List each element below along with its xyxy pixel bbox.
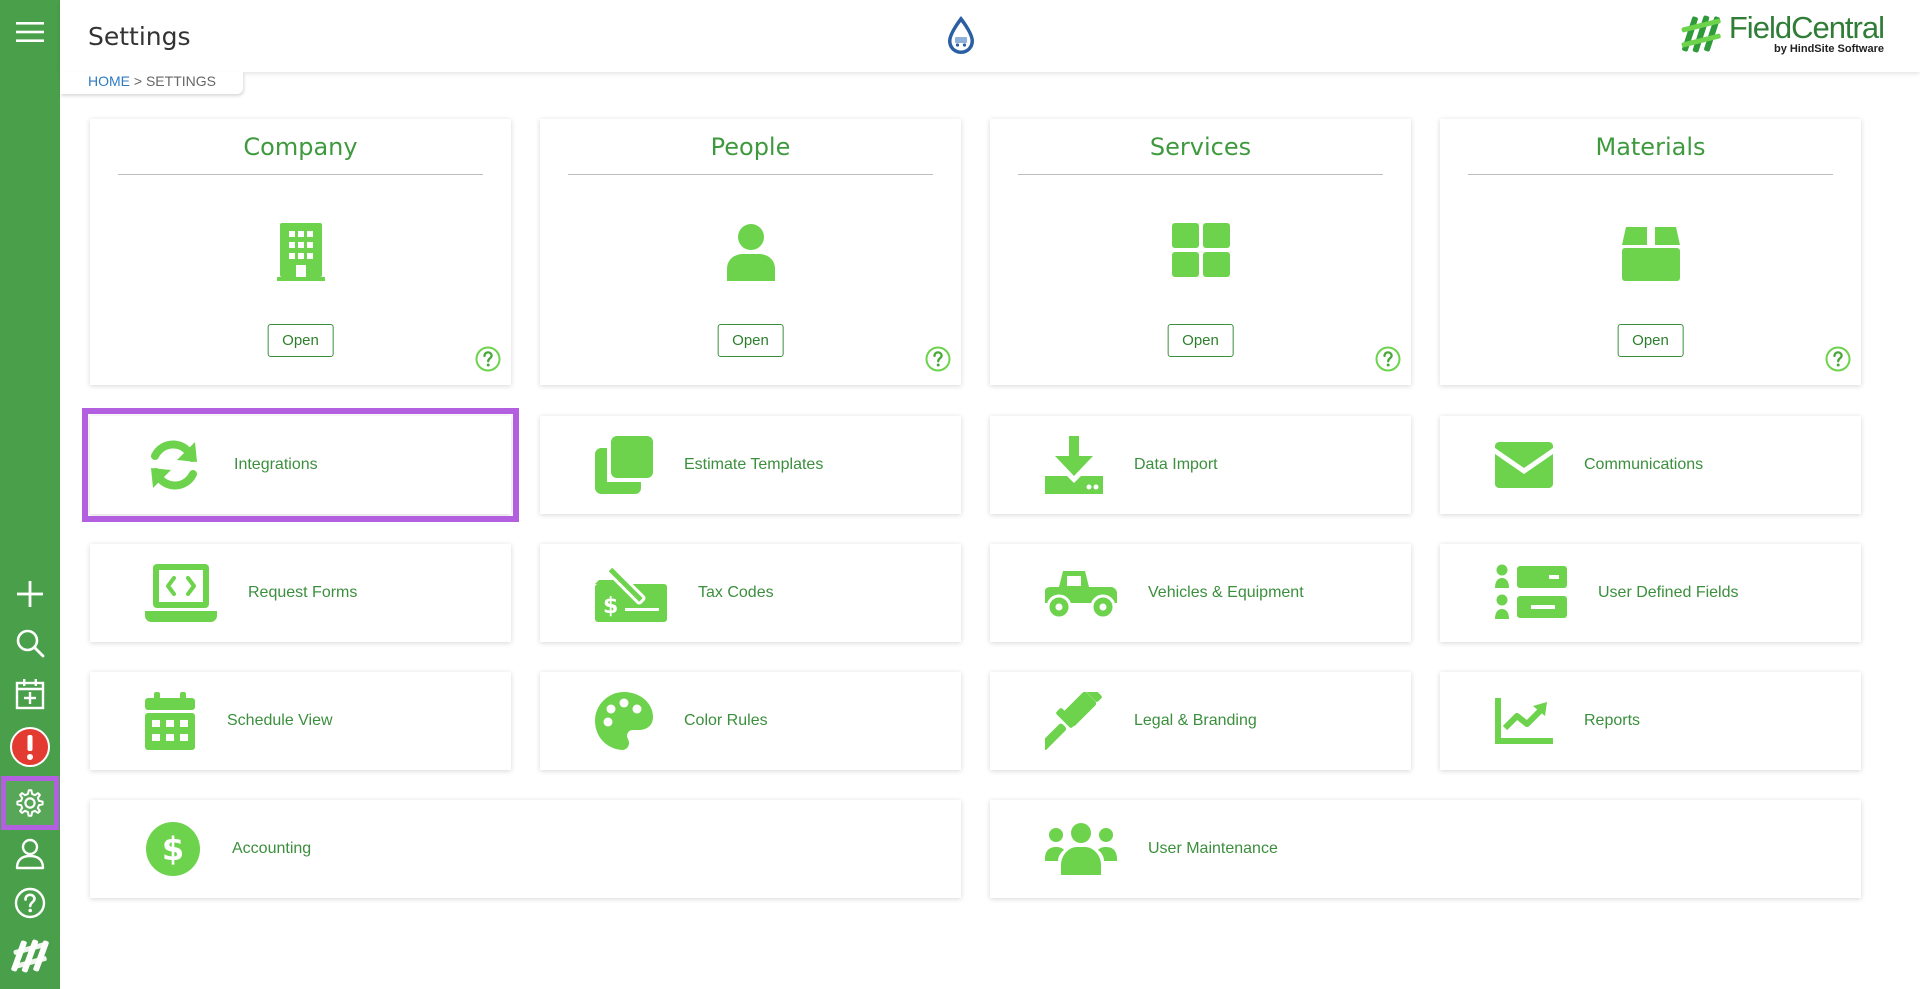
divider [1018, 174, 1383, 175]
data-import-tile[interactable]: Data Import [990, 416, 1411, 514]
tile-label: Accounting [232, 840, 312, 857]
tile-label: Vehicles & Equipment [1148, 584, 1304, 601]
download-icon [1045, 436, 1103, 494]
svg-text:$: $ [162, 830, 184, 868]
tile-label: Integrations [234, 456, 318, 473]
gear-icon[interactable] [1, 776, 59, 830]
user-defined-fields-tile[interactable]: User Defined Fields [1440, 544, 1861, 642]
fieldcentral-logo-icon[interactable] [6, 932, 54, 980]
calendar-add-icon[interactable] [6, 670, 54, 718]
tile-label: User Defined Fields [1598, 584, 1739, 601]
breadcrumb: HOME > SETTINGS [60, 72, 243, 94]
brand-logo: FieldCentral by HindSite Software [1679, 10, 1885, 55]
search-icon[interactable] [6, 619, 54, 667]
user-icon[interactable] [6, 830, 54, 878]
help-icon[interactable] [1375, 346, 1401, 376]
tile-label: Communications [1584, 456, 1704, 473]
calendar-icon [145, 692, 195, 750]
truck-icon [1045, 567, 1117, 619]
palette-icon [595, 692, 653, 750]
card-title: People [710, 133, 791, 161]
laptop-code-icon [145, 564, 217, 622]
sync-icon [145, 436, 203, 494]
schedule-view-tile[interactable]: Schedule View [90, 672, 511, 770]
materials-card: Materials Open [1440, 119, 1861, 385]
page-title: Settings [88, 22, 191, 51]
tile-label: Request Forms [248, 584, 358, 601]
request-forms-tile[interactable]: Request Forms [90, 544, 511, 642]
alert-icon[interactable] [6, 723, 54, 771]
card-title: Services [1149, 133, 1252, 161]
tile-label: Estimate Templates [684, 456, 824, 473]
user-maintenance-tile[interactable]: User Maintenance [990, 800, 1861, 898]
services-card: Services Open [990, 119, 1411, 385]
chart-line-icon [1495, 698, 1553, 744]
card-title: Materials [1595, 133, 1706, 161]
water-drop-logo-icon [945, 14, 977, 60]
help-icon[interactable] [1825, 346, 1851, 376]
breadcrumb-home-link[interactable]: HOME [88, 73, 130, 89]
grid-icon [1171, 223, 1230, 281]
plus-icon[interactable] [6, 570, 54, 618]
svg-text:$: $ [603, 594, 618, 619]
users-icon [1045, 823, 1117, 875]
copy-icon [595, 436, 653, 494]
materials-open-button[interactable]: Open [1617, 324, 1684, 357]
dollar-circle-icon: $ [145, 821, 201, 877]
accounting-tile[interactable]: $ Accounting [90, 800, 961, 898]
breadcrumb-separator: > [130, 73, 146, 89]
tax-codes-tile[interactable]: $ Tax Codes [540, 544, 961, 642]
tile-label: Tax Codes [698, 584, 774, 601]
tile-label: User Maintenance [1148, 840, 1278, 857]
sidebar [0, 0, 60, 989]
list-icon [1495, 564, 1567, 622]
divider [118, 174, 483, 175]
services-open-button[interactable]: Open [1167, 324, 1234, 357]
company-open-button[interactable]: Open [267, 324, 334, 357]
vehicles-equipment-tile[interactable]: Vehicles & Equipment [990, 544, 1411, 642]
communications-tile[interactable]: Communications [1440, 416, 1861, 514]
tile-label: Color Rules [684, 712, 768, 729]
brand-name: FieldCentral [1728, 10, 1885, 45]
gavel-icon [1045, 692, 1103, 750]
tile-label: Data Import [1134, 456, 1218, 473]
divider [568, 174, 933, 175]
help-icon[interactable] [925, 346, 951, 376]
card-title: Company [243, 133, 358, 161]
tile-label: Schedule View [227, 712, 333, 729]
people-card: People Open [540, 119, 961, 385]
envelope-icon [1495, 442, 1553, 488]
company-card: Company Open [90, 119, 511, 385]
top-bar: Settings FieldCentral by HindSite Softwa… [60, 0, 1920, 72]
people-open-button[interactable]: Open [717, 324, 784, 357]
box-icon [1621, 223, 1680, 285]
fieldcentral-mark-icon [1681, 15, 1721, 52]
money-check-icon: $ [595, 564, 667, 622]
estimate-templates-tile[interactable]: Estimate Templates [540, 416, 961, 514]
tile-label: Reports [1584, 712, 1641, 729]
divider [1468, 174, 1833, 175]
menu-icon[interactable] [6, 8, 54, 56]
legal-branding-tile[interactable]: Legal & Branding [990, 672, 1411, 770]
building-icon [276, 223, 325, 285]
reports-tile[interactable]: Reports [1440, 672, 1861, 770]
help-icon[interactable] [6, 879, 54, 927]
person-icon [725, 223, 777, 285]
help-icon[interactable] [475, 346, 501, 376]
integrations-tile[interactable]: Integrations [82, 408, 519, 522]
breadcrumb-current: SETTINGS [145, 73, 216, 89]
brand-subtitle: by HindSite Software [1773, 43, 1884, 55]
color-rules-tile[interactable]: Color Rules [540, 672, 961, 770]
tile-label: Legal & Branding [1134, 712, 1257, 729]
